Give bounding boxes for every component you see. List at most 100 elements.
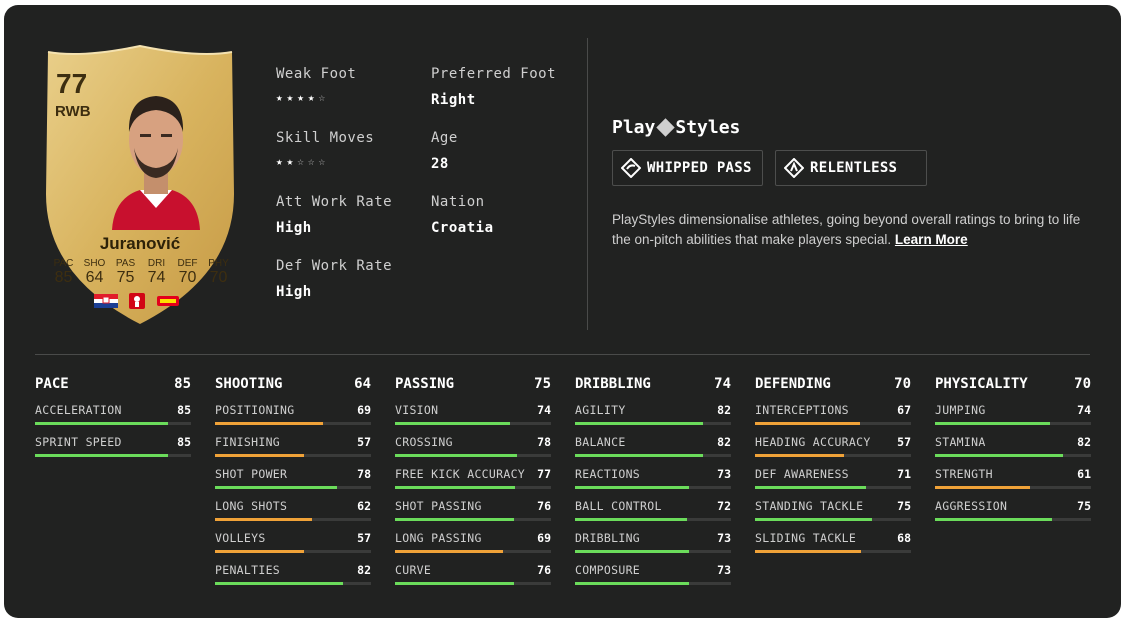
attribute-bar-fill — [395, 518, 514, 521]
attribute-bar-track — [575, 550, 731, 553]
attribute-label: FREE KICK ACCURACY — [395, 467, 526, 481]
attribute-bar-track — [755, 422, 911, 425]
learn-more-link[interactable]: Learn More — [895, 232, 968, 247]
card-stat-label: PAS — [115, 258, 136, 269]
attribute-label: JUMPING — [935, 403, 986, 417]
attribute-category-name: DRIBBLING — [575, 376, 651, 392]
attribute-value: 76 — [537, 563, 551, 577]
attribute-category-header: SHOOTING 64 — [215, 376, 371, 395]
attribute-value: 78 — [537, 435, 551, 449]
attribute-bar-fill — [395, 454, 517, 457]
attribute-label: DRIBBLING — [575, 531, 641, 545]
attribute-bar-track — [575, 422, 731, 425]
attribute-bar-fill — [935, 518, 1052, 521]
player-photo — [112, 96, 200, 230]
attribute-bar-track — [575, 454, 731, 457]
playstyles-title-right: Styles — [675, 117, 741, 138]
attribute-row: STAMINA 82 — [935, 435, 1091, 467]
star-empty-icon: ☆☆☆ — [297, 155, 330, 168]
attribute-category-header: DRIBBLING 74 — [575, 376, 731, 395]
attribute-label: PENALTIES — [215, 563, 281, 577]
attribute-bar-fill — [575, 422, 703, 425]
attribute-bar-track — [935, 422, 1091, 425]
skill-moves-stars: ★★☆☆☆ — [276, 155, 329, 168]
attribute-label: SHOT POWER — [215, 467, 288, 481]
attribute-bar-track — [215, 550, 371, 553]
attribute-bar-track — [575, 518, 731, 521]
attribute-value: 74 — [537, 403, 551, 417]
attribute-value: 85 — [177, 435, 191, 449]
attribute-row: LONG SHOTS 62 — [215, 499, 371, 531]
star-icon: ★★ — [276, 155, 298, 168]
attribute-row: INTERCEPTIONS 67 — [755, 403, 911, 435]
playstyle-chip-relentless[interactable]: RELENTLESS — [775, 150, 927, 186]
attribute-bar-track — [395, 454, 551, 457]
attribute-bar-track — [755, 486, 911, 489]
attribute-column-defending: DEFENDING 70 INTERCEPTIONS 67 HEADING ACCURA… — [755, 376, 911, 563]
attribute-bar-fill — [215, 550, 304, 553]
attribute-value: 74 — [1077, 403, 1091, 417]
attribute-row: BALL CONTROL 72 — [575, 499, 731, 531]
attribute-row: ACCELERATION 85 — [35, 403, 191, 435]
attribute-bar-fill — [395, 550, 503, 553]
attribute-column-pace: PACE 85 ACCELERATION 85 SPRINT SPEED 85 — [35, 376, 191, 467]
attribute-row: DEF AWARENESS 71 — [755, 467, 911, 499]
attribute-row: COMPOSURE 73 — [575, 563, 731, 595]
card-stat-value: 64 — [85, 269, 104, 286]
attribute-label: HEADING ACCURACY — [755, 435, 871, 449]
attribute-label: STRENGTH — [935, 467, 993, 481]
attribute-row: HEADING ACCURACY 57 — [755, 435, 911, 467]
card-stat-value: 85 — [54, 269, 73, 286]
attribute-bar-track — [395, 422, 551, 425]
attribute-category-header: PACE 85 — [35, 376, 191, 395]
playstyles-description: PlayStyles dimensionalise athletes, goin… — [612, 210, 1102, 250]
attribute-value: 82 — [1077, 435, 1091, 449]
attribute-row: SPRINT SPEED 85 — [35, 435, 191, 467]
preferred-foot-value: Right — [431, 92, 476, 108]
attribute-value: 77 — [537, 467, 551, 481]
attribute-bar-fill — [215, 454, 304, 457]
attribute-row: AGILITY 82 — [575, 403, 731, 435]
attribute-label: STAMINA — [935, 435, 986, 449]
attribute-bar-track — [935, 518, 1091, 521]
attribute-bar-track — [395, 518, 551, 521]
attribute-bar-fill — [755, 422, 860, 425]
card-stat: DEF 70 — [175, 258, 200, 287]
attribute-label: CURVE — [395, 563, 432, 577]
attribute-label: DEF AWARENESS — [755, 467, 849, 481]
card-stat-value: 75 — [116, 269, 135, 286]
vertical-divider — [587, 38, 588, 330]
attribute-category-value: 85 — [174, 376, 191, 392]
attribute-bar-track — [35, 454, 191, 457]
attribute-bar-fill — [755, 454, 844, 457]
horizontal-divider — [35, 354, 1090, 355]
attribute-row: VISION 74 — [395, 403, 551, 435]
attribute-bar-fill — [395, 582, 514, 585]
age-label: Age — [431, 130, 458, 146]
card-stat-label: PAC — [53, 258, 74, 269]
attribute-row: LONG PASSING 69 — [395, 531, 551, 563]
attribute-label: FINISHING — [215, 435, 281, 449]
attribute-value: 61 — [1077, 467, 1091, 481]
card-stat-label: DRI — [147, 258, 166, 269]
card-player-name: Juranović — [99, 234, 181, 253]
player-card[interactable]: 77 RWB Juranović PAC 85 SHO 64 PAS 75 DRI 74… — [42, 44, 238, 326]
attribute-bar-fill — [935, 454, 1063, 457]
attribute-label: STANDING TACKLE — [755, 499, 864, 513]
att-work-rate-value: High — [276, 220, 312, 236]
card-stat: PAS 75 — [113, 258, 138, 287]
attribute-value: 69 — [357, 403, 371, 417]
attribute-category-header: DEFENDING 70 — [755, 376, 911, 395]
attribute-category-header: PASSING 75 — [395, 376, 551, 395]
attribute-value: 82 — [717, 435, 731, 449]
attribute-row: SHOT POWER 78 — [215, 467, 371, 499]
attribute-column-passing: PASSING 75 VISION 74 CROSSING 78 FREE KICK ACC… — [395, 376, 551, 595]
attribute-label: AGILITY — [575, 403, 626, 417]
playstyle-chip-whipped-pass[interactable]: WHIPPED PASS — [612, 150, 763, 186]
attribute-bar-track — [215, 422, 371, 425]
playstyle-chip-label: WHIPPED PASS — [647, 160, 752, 176]
attribute-bar-track — [215, 486, 371, 489]
card-stat: PHY 70 — [206, 258, 231, 287]
attribute-column-physicality: PHYSICALITY 70 JUMPING 74 STAMINA 82 STRENGTH 6… — [935, 376, 1091, 531]
att-work-rate-label: Att Work Rate — [276, 194, 393, 210]
